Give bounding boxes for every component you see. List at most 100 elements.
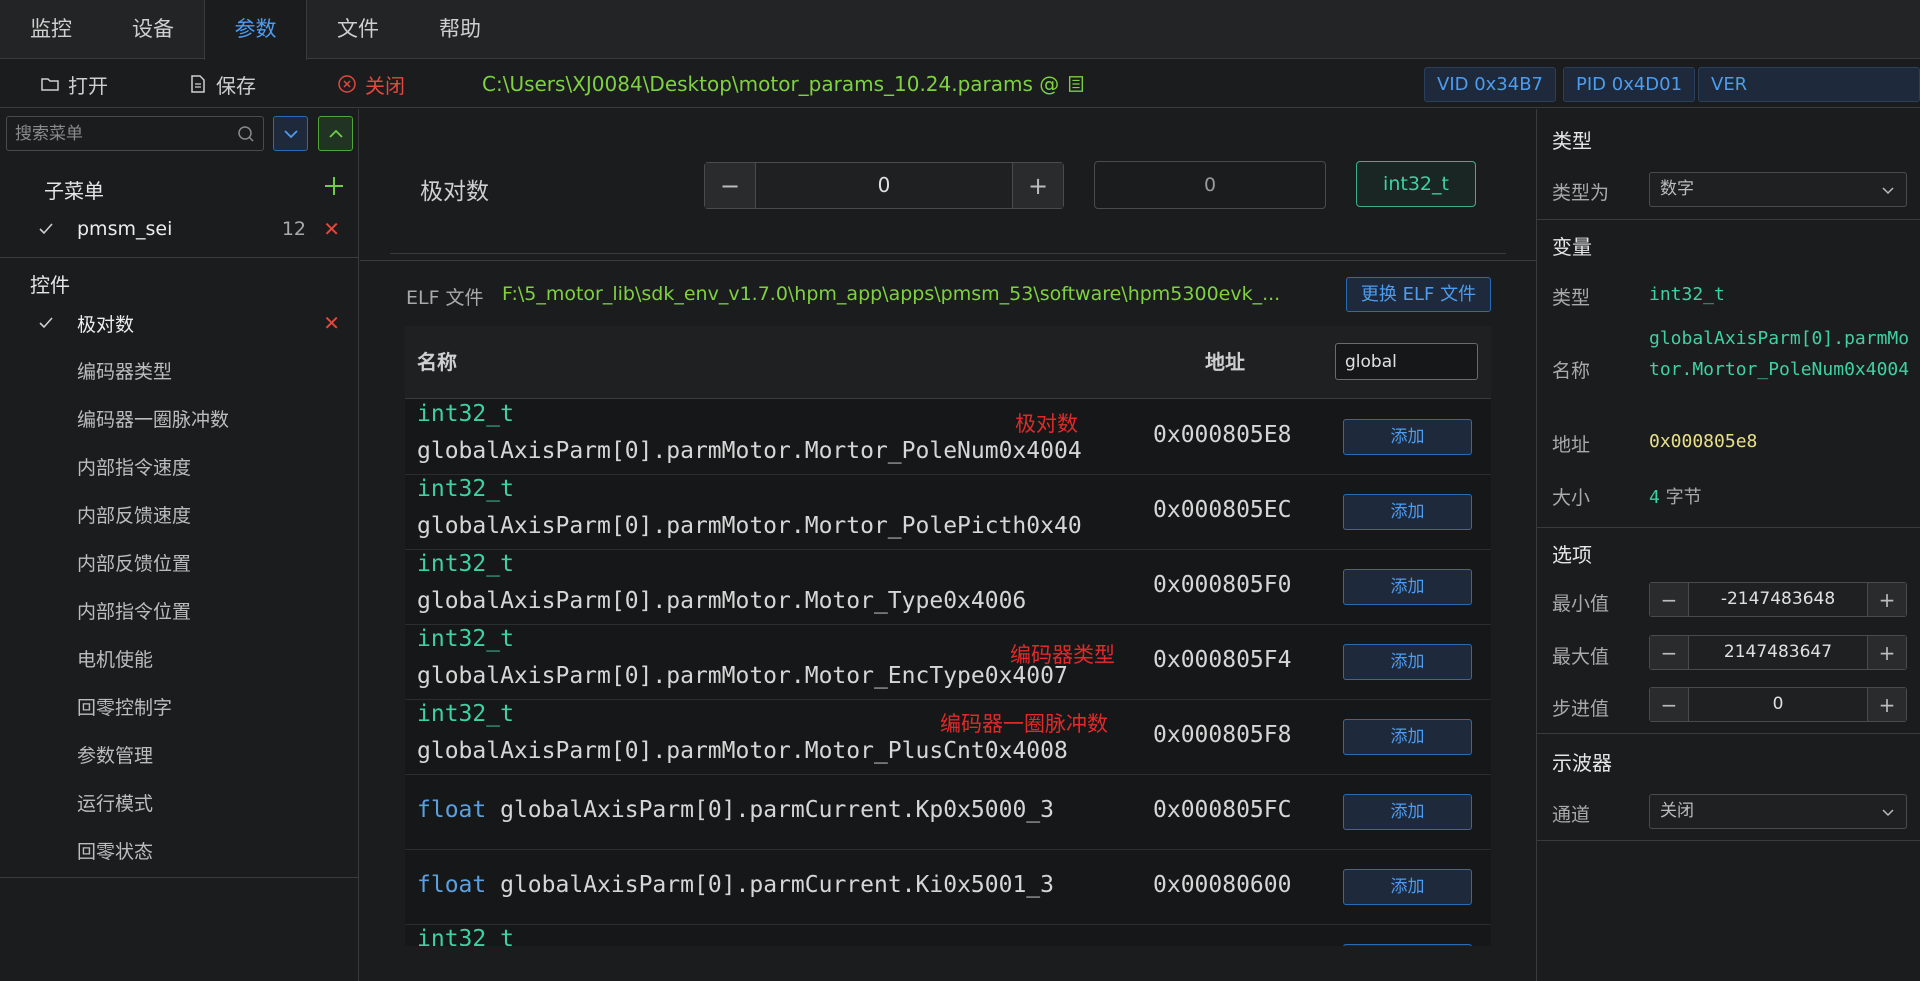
row-name: globalAxisParm[0].parmMotor.Mortor_PoleP… <box>417 513 1082 539</box>
stepper-value[interactable]: 0 <box>755 163 1013 208</box>
control-item-label: 内部指令位置 <box>77 600 192 623</box>
row-addr: 0x000805E8 <box>1153 422 1292 448</box>
control-item[interactable]: 电机使能 <box>0 638 358 678</box>
control-item[interactable]: 编码器类型 <box>0 350 358 390</box>
delete-icon[interactable]: ✕ <box>323 217 340 241</box>
tab-params[interactable]: 参数 <box>204 0 307 60</box>
increment-button[interactable]: + <box>1868 688 1906 721</box>
row-note: 极对数 <box>1015 412 1078 436</box>
filter-input[interactable] <box>1335 343 1478 380</box>
step-stepper[interactable]: − 0 + <box>1649 687 1907 722</box>
table-row[interactable]: int32_t 添加 <box>405 925 1491 946</box>
search-box[interactable] <box>6 116 264 151</box>
table-row[interactable]: int32_t globalAxisParm[0].parmMotor.Moto… <box>405 550 1491 625</box>
add-button[interactable]: 添加 <box>1343 869 1472 905</box>
sidebar-divider <box>0 877 358 878</box>
row-addr: 0x000805EC <box>1153 497 1292 523</box>
toolbar: 打开 保存 关闭 C:\Users\XJ0084\Desktop\motor_p… <box>0 60 1920 128</box>
control-item[interactable]: 参数管理 <box>0 734 358 774</box>
step-value[interactable]: 0 <box>1688 688 1868 721</box>
tab-device[interactable]: 设备 <box>102 0 204 59</box>
max-value[interactable]: 2147483647 <box>1688 636 1868 669</box>
decrement-button[interactable]: − <box>705 163 755 208</box>
channel-value: 关闭 <box>1660 801 1694 821</box>
control-item-label: 编码器一圈脉冲数 <box>77 408 230 431</box>
list-icon[interactable] <box>1067 75 1085 93</box>
main-divider <box>360 260 1536 261</box>
param-value-field[interactable]: 0 <box>1094 161 1326 209</box>
decrement-button[interactable]: − <box>1650 636 1688 669</box>
panel-divider <box>1537 527 1920 528</box>
open-button[interactable]: 打开 <box>40 60 108 108</box>
add-button[interactable]: 添加 <box>1343 719 1472 755</box>
increment-button[interactable]: + <box>1868 583 1906 616</box>
expand-all-button[interactable] <box>318 116 353 151</box>
row-addr: 0x000805F4 <box>1153 647 1292 673</box>
param-stepper[interactable]: − 0 + <box>704 162 1064 209</box>
close-circle-icon <box>338 75 356 93</box>
tab-help[interactable]: 帮助 <box>409 0 511 59</box>
add-button[interactable]: 添加 <box>1343 494 1472 530</box>
min-stepper[interactable]: − -2147483648 + <box>1649 582 1907 617</box>
increment-button[interactable]: + <box>1013 163 1063 208</box>
control-item[interactable]: 运行模式 <box>0 782 358 822</box>
vid-badge: VID 0x34B7 <box>1424 67 1557 102</box>
add-submenu-button[interactable] <box>322 174 346 198</box>
row-name: globalAxisParm[0].parmMotor.Motor_Type0x… <box>417 588 1027 614</box>
add-button[interactable]: 添加 <box>1343 419 1472 455</box>
table-row[interactable]: float globalAxisParm[0].parmCurrent.Kp0x… <box>405 775 1491 850</box>
control-item[interactable]: 内部指令速度 <box>0 446 358 486</box>
sidebar-divider <box>0 257 358 258</box>
channel-label: 通道 <box>1552 804 1591 826</box>
check-icon <box>39 223 53 235</box>
control-item-label: 内部反馈位置 <box>77 552 192 575</box>
row-addr: 0x00080600 <box>1153 872 1292 898</box>
table-row[interactable]: float globalAxisParm[0].parmCurrent.Ki0x… <box>405 850 1491 925</box>
var-addr-value: 0x000805e8 <box>1649 431 1758 452</box>
row-note: 编码器类型 <box>1010 643 1115 667</box>
control-item[interactable]: 编码器一圈脉冲数 <box>0 398 358 438</box>
tab-file[interactable]: 文件 <box>307 0 409 59</box>
submenu-item-pmsm-sei[interactable]: pmsm_sei 12 ✕ <box>0 209 358 249</box>
type-section-header: 类型 <box>1552 129 1592 153</box>
control-item[interactable]: 极对数 ✕ <box>0 303 358 343</box>
table-row[interactable]: int32_t globalAxisParm[0].parmMotor.Mort… <box>405 400 1491 475</box>
change-elf-button[interactable]: 更换 ELF 文件 <box>1346 277 1491 312</box>
add-button[interactable]: 添加 <box>1343 569 1472 605</box>
control-item-label: 内部指令速度 <box>77 456 192 479</box>
folder-icon <box>41 78 59 91</box>
search-input[interactable] <box>15 117 225 150</box>
control-item[interactable]: 内部反馈位置 <box>0 542 358 582</box>
collapse-all-button[interactable] <box>273 116 308 151</box>
type-as-select[interactable]: 数字 <box>1649 172 1907 207</box>
save-label: 保存 <box>216 73 256 98</box>
table-row[interactable]: int32_t globalAxisParm[0].parmMotor.Mort… <box>405 475 1491 550</box>
elf-label: ELF 文件 <box>406 287 484 309</box>
row-name: globalAxisParm[0].parmMotor.Motor_EncTyp… <box>417 663 1068 689</box>
channel-select[interactable]: 关闭 <box>1649 794 1907 829</box>
type-as-value: 数字 <box>1660 179 1694 199</box>
row-signature: float globalAxisParm[0].parmCurrent.Ki0x… <box>417 872 1054 898</box>
panel-divider <box>1537 840 1920 841</box>
tab-monitor[interactable]: 监控 <box>0 0 102 59</box>
add-button[interactable]: 添加 <box>1343 944 1472 946</box>
delete-icon[interactable]: ✕ <box>323 311 340 335</box>
min-value[interactable]: -2147483648 <box>1688 583 1868 616</box>
decrement-button[interactable]: − <box>1650 583 1688 616</box>
decrement-button[interactable]: − <box>1650 688 1688 721</box>
save-button[interactable]: 保存 <box>188 60 256 108</box>
row-addr: 0x000805FC <box>1153 797 1292 823</box>
type-tag: int32_t <box>1356 161 1476 207</box>
add-button[interactable]: 添加 <box>1343 794 1472 830</box>
control-item[interactable]: 内部反馈速度 <box>0 494 358 534</box>
control-item[interactable]: 内部指令位置 <box>0 590 358 630</box>
add-button[interactable]: 添加 <box>1343 644 1472 680</box>
close-button[interactable]: 关闭 <box>337 60 405 108</box>
table-row[interactable]: int32_t globalAxisParm[0].parmMotor.Moto… <box>405 625 1491 700</box>
control-item[interactable]: 回零状态 <box>0 830 358 870</box>
increment-button[interactable]: + <box>1868 636 1906 669</box>
control-item[interactable]: 回零控制字 <box>0 686 358 726</box>
max-label: 最大值 <box>1552 646 1610 668</box>
table-row[interactable]: int32_t globalAxisParm[0].parmMotor.Moto… <box>405 700 1491 775</box>
max-stepper[interactable]: − 2147483647 + <box>1649 635 1907 670</box>
